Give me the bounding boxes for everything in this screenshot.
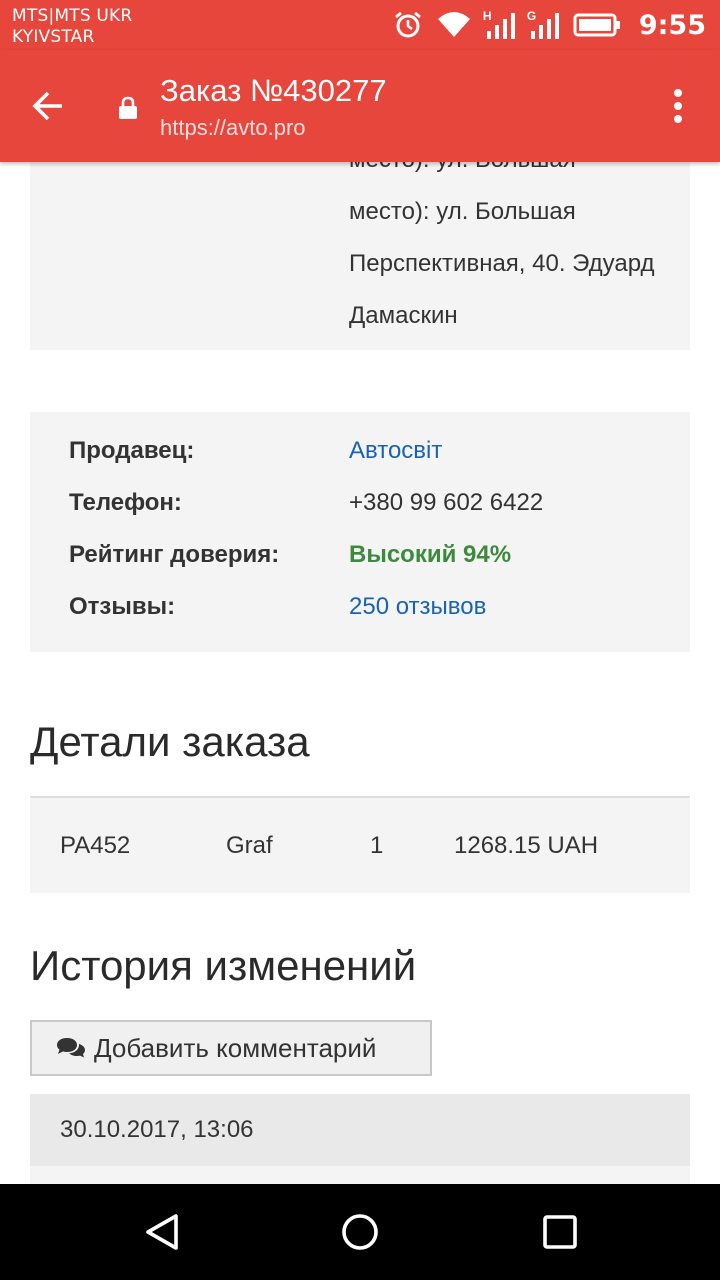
page-content: место): ул. Большая место): ул. Большая … [0, 162, 720, 1184]
page-title: Заказ №430277 [160, 73, 387, 108]
order-details-table: PA452 Graf 1 1268.15 UAH [30, 796, 690, 893]
history-heading: История изменений [30, 942, 417, 989]
battery-icon [573, 13, 620, 37]
phone-row: Телефон: +380 99 602 6422 [69, 477, 669, 529]
address-line: Дамаскин [349, 302, 458, 329]
part-quantity: 1 [370, 832, 384, 859]
part-code: PA452 [60, 832, 131, 859]
reviews-link[interactable]: 250 отзывов [349, 581, 486, 633]
address-line: место): ул. Большая [349, 162, 689, 186]
seller-label: Продавец: [69, 437, 195, 464]
carrier-line-2: KYIVSTAR [12, 27, 95, 47]
address-line: место): ул. Большая [349, 198, 576, 225]
nav-recents-icon[interactable] [536, 1208, 584, 1256]
seller-row: Продавец: Автосвіт [69, 425, 669, 477]
signal-strength-2: G [526, 9, 559, 39]
system-nav-bar [0, 1184, 720, 1280]
clock: 9:55 [638, 9, 706, 41]
add-comment-button[interactable]: Добавить комментарий [30, 1020, 432, 1076]
back-arrow-icon[interactable] [28, 86, 68, 126]
phone-value: +380 99 602 6422 [349, 489, 544, 516]
address-card: место): ул. Большая место): ул. Большая … [30, 162, 690, 350]
part-brand: Graf [226, 832, 273, 859]
wifi-icon [437, 12, 470, 37]
reviews-row: Отзывы: 250 отзывов [69, 581, 669, 633]
add-comment-label: Добавить комментарий [94, 1033, 377, 1063]
phone-label: Телефон: [69, 489, 182, 516]
seller-link[interactable]: Автосвіт [349, 425, 442, 477]
signal-strength-1: H [482, 9, 515, 39]
status-bar: MTS|MTS UKR KYIVSTAR H G 9:55 [0, 0, 720, 50]
network-type-label: H [482, 9, 492, 23]
delivery-address: место): ул. Большая место): ул. Большая … [349, 162, 689, 342]
carrier-info: MTS|MTS UKR KYIVSTAR [12, 6, 132, 48]
history-entry-date: 30.10.2017, 13:06 [30, 1094, 690, 1166]
part-price: 1268.15 UAH [454, 832, 599, 859]
network-type-label: G [526, 9, 537, 23]
more-vert-icon[interactable] [672, 88, 684, 124]
nav-home-icon[interactable] [336, 1208, 384, 1256]
rating-label: Рейтинг доверия: [69, 541, 280, 568]
rating-row: Рейтинг доверия: Высокий 94% [69, 529, 669, 581]
page-url[interactable]: https://avto.pro [160, 114, 306, 142]
status-icons: H G 9:55 [393, 0, 706, 50]
nav-back-icon[interactable] [138, 1208, 186, 1256]
address-line: Перспективная, 40. Эдуард [349, 250, 655, 277]
app-bar: Заказ №430277 https://avto.pro [0, 50, 720, 162]
history-entry-body [30, 1166, 690, 1184]
comments-icon [57, 1038, 85, 1058]
rating-value: Высокий 94% [349, 541, 512, 568]
lock-icon [119, 96, 137, 119]
seller-card: Продавец: Автосвіт Телефон: +380 99 602 … [30, 412, 690, 652]
carrier-line-1: MTS|MTS UKR [12, 6, 133, 26]
alarm-icon [394, 11, 421, 38]
reviews-label: Отзывы: [69, 593, 176, 620]
order-details-heading: Детали заказа [30, 718, 310, 765]
